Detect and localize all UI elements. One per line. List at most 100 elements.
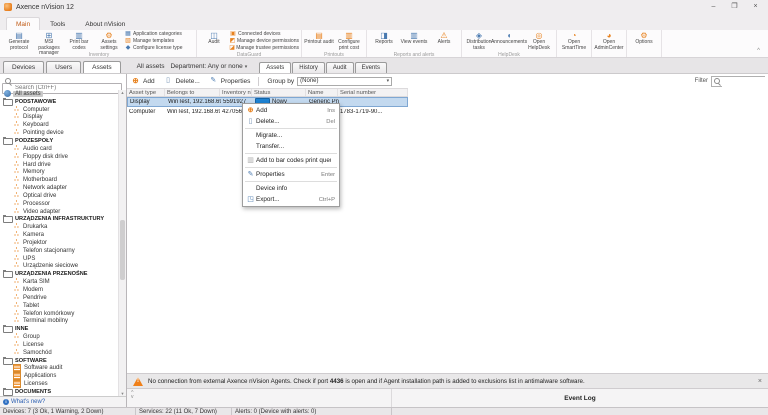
ribbon-button[interactable]: Manage trustee permissions — [229, 45, 299, 52]
ribbon-button[interactable]: Open AdminCenter — [594, 31, 624, 52]
context-menu-item[interactable]: Delete... Del — [243, 116, 339, 127]
tree-item[interactable]: Hard drive — [0, 161, 118, 169]
ribbon-button[interactable]: Configure license type — [124, 45, 194, 52]
tree-item[interactable]: Computer — [0, 106, 118, 114]
tree-item[interactable]: Memory — [0, 168, 118, 176]
tree-item[interactable]: SOFTWARE — [0, 357, 118, 365]
ribbon-button[interactable]: Printout audit — [304, 31, 334, 52]
ribbon-button[interactable]: Configure print cost — [334, 31, 364, 52]
tree-item[interactable]: Keyboard — [0, 121, 118, 129]
tree-item[interactable]: Kamera — [0, 231, 118, 239]
ribbon-button[interactable]: Open HelpDesk — [524, 31, 554, 52]
ribbon-button[interactable]: View events — [399, 31, 429, 52]
sidebar-scrollbar[interactable]: ▲ ▼ — [118, 90, 126, 396]
column-header[interactable]: Name — [306, 89, 338, 96]
whats-new-link[interactable]: i What's new? — [0, 396, 126, 407]
tree-item[interactable]: Processor — [0, 200, 118, 208]
tree-item[interactable]: Samochód — [0, 349, 118, 357]
tree-item[interactable]: Telefon komórkowy — [0, 310, 118, 318]
context-menu-item[interactable]: Export... Ctrl+P — [243, 194, 339, 205]
tree-item[interactable]: UPS — [0, 255, 118, 263]
ribbon-button[interactable]: Audit — [199, 31, 229, 52]
ribbon-button[interactable]: Open SmartTime — [559, 31, 589, 52]
column-header[interactable]: Asset type — [127, 89, 165, 96]
group-by-dropdown[interactable]: (None) — [297, 77, 392, 86]
context-menu-item[interactable]: Device info — [243, 183, 339, 194]
ribbon-button[interactable]: Assets settings — [94, 31, 124, 52]
minimize-icon[interactable] — [709, 2, 718, 12]
tree-item[interactable]: URZĄDZENIA INFRASTRUKTURY — [0, 216, 118, 224]
tree-item[interactable]: Projektor — [0, 239, 118, 247]
delete-button[interactable]: Delete... — [163, 77, 200, 85]
asset-sub-tab[interactable]: History — [292, 62, 325, 73]
context-menu-item[interactable]: Add to bar codes print queue — [243, 155, 339, 166]
ribbon-tab[interactable]: About nVision — [75, 17, 135, 30]
close-icon[interactable] — [751, 2, 760, 12]
tree-item[interactable]: INNE — [0, 325, 118, 333]
tree-item[interactable]: Group — [0, 333, 118, 341]
tree-item[interactable]: URZĄDZENIA PRZENOŚNE — [0, 270, 118, 278]
tree-item[interactable]: Drukarka — [0, 223, 118, 231]
ribbon-tab[interactable]: Main — [6, 17, 40, 30]
ribbon-collapse-icon[interactable]: ^ — [757, 48, 760, 54]
tree-item[interactable]: Pointing device — [0, 129, 118, 137]
context-menu-item[interactable]: Transfer... — [243, 141, 339, 152]
tree-item[interactable]: Terminal mobilny — [0, 317, 118, 325]
tree-item[interactable]: All assets — [0, 90, 118, 98]
tree-item[interactable]: DOCUMENTS — [0, 388, 118, 396]
tree-item[interactable]: Display — [0, 114, 118, 122]
tree-item[interactable]: Telefon stacjonarny — [0, 247, 118, 255]
tree-item[interactable]: Optical drive — [0, 192, 118, 200]
tree-item[interactable]: Applications — [0, 372, 118, 380]
scrollbar-thumb[interactable] — [120, 220, 125, 280]
properties-button[interactable]: Properties — [208, 77, 251, 85]
view-tab[interactable]: Users — [46, 61, 81, 73]
tree-item[interactable]: Licenses — [0, 380, 118, 388]
restore-icon[interactable] — [730, 2, 739, 12]
ribbon-button[interactable]: Connected devices — [229, 31, 299, 38]
tree-item[interactable]: Tablet — [0, 302, 118, 310]
context-menu-item[interactable] — [245, 128, 337, 129]
view-tab[interactable]: Assets — [83, 61, 121, 73]
tree-item[interactable]: Modem — [0, 286, 118, 294]
tree-item[interactable]: Software audit — [0, 365, 118, 373]
tree-item[interactable]: Video adapter — [0, 208, 118, 216]
ribbon-button[interactable]: Generate protocol — [4, 31, 34, 52]
scroll-up-icon[interactable]: ▲ — [120, 90, 125, 95]
tree-item[interactable]: Pendrive — [0, 294, 118, 302]
notification-close-icon[interactable] — [752, 378, 762, 385]
context-menu-item[interactable] — [245, 181, 337, 182]
ribbon-button[interactable]: Options — [629, 31, 659, 52]
tree-item[interactable]: Network adapter — [0, 184, 118, 192]
add-button[interactable]: Add — [130, 77, 155, 85]
ribbon-button[interactable]: Announcements — [494, 31, 524, 52]
event-log-panel[interactable]: Event Log — [391, 389, 768, 407]
context-menu-item[interactable]: Properties Enter — [243, 169, 339, 180]
context-menu-item[interactable]: Add Ins — [243, 105, 339, 116]
tree-item[interactable]: Urządzenie sieciowe — [0, 263, 118, 271]
asset-sub-tab[interactable]: Events — [355, 62, 387, 73]
view-tab[interactable]: Devices — [3, 61, 44, 73]
tree-item[interactable]: Karta SIM — [0, 278, 118, 286]
column-header[interactable]: Status — [252, 89, 306, 96]
ribbon-button[interactable]: Application categories — [124, 31, 194, 38]
filter-input[interactable] — [722, 77, 766, 88]
tree-item[interactable]: Motherboard — [0, 176, 118, 184]
ribbon-button[interactable]: Print bar codes — [64, 31, 94, 52]
department-filter-dropdown[interactable]: Department: Any or none — [170, 63, 247, 70]
ribbon-button[interactable]: Manage templates — [124, 38, 194, 45]
column-header[interactable]: Serial number — [338, 89, 408, 96]
tree-item[interactable]: PODZESPOŁY — [0, 137, 118, 145]
ribbon-button[interactable]: Distribution tasks — [464, 31, 494, 52]
ribbon-button[interactable]: Manage device permissions — [229, 38, 299, 45]
tree-item[interactable]: PODSTAWOWE — [0, 98, 118, 106]
tree-item[interactable]: Audio card — [0, 145, 118, 153]
panel-expander-icon[interactable]: ^v — [131, 391, 134, 399]
tree-item[interactable]: Floppy disk drive — [0, 153, 118, 161]
tree-item[interactable]: License — [0, 341, 118, 349]
ribbon-button[interactable]: MSI packages manager — [34, 31, 64, 52]
ribbon-button[interactable]: Alerts — [429, 31, 459, 52]
context-menu-item[interactable] — [245, 167, 337, 168]
context-menu-item[interactable]: Migrate... — [243, 130, 339, 141]
column-header[interactable]: Belongs to — [165, 89, 220, 96]
